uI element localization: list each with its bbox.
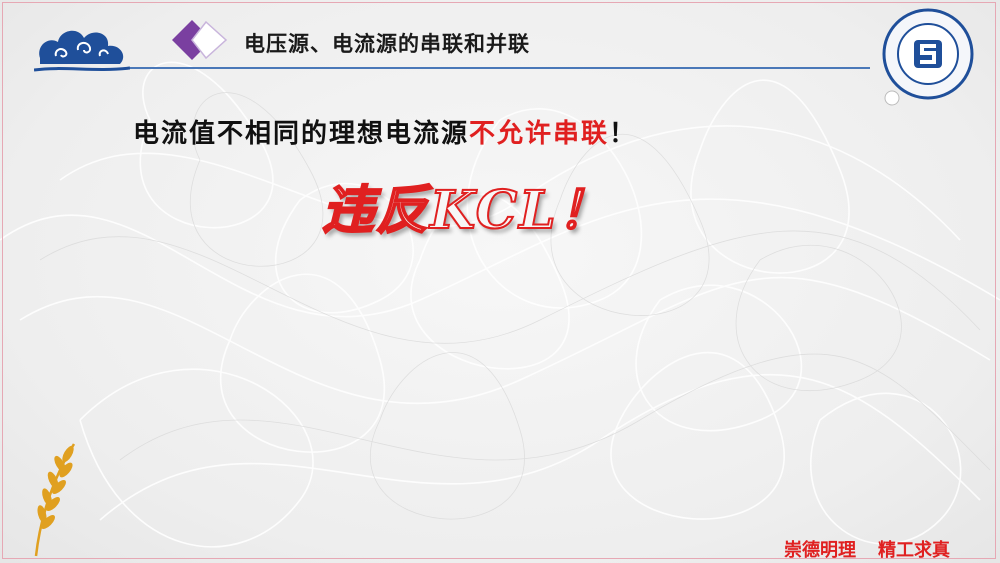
motto-right: 精工求真 <box>878 540 950 561</box>
purple-diamond-icon <box>172 20 228 60</box>
kcl-violation-callout: 违反KCL！ <box>321 179 612 242</box>
swirl-background <box>0 61 1000 548</box>
school-motto: 崇德明理 精工求真 <box>784 536 950 562</box>
statement-text: 电流值不相同的理想电流源 <box>133 119 470 149</box>
page-title: 电压源、电流源的串联和并联 <box>244 32 530 56</box>
motto-left: 崇德明理 <box>784 540 856 561</box>
wheat-icon <box>34 443 76 557</box>
statement-highlight: 不允许串联 <box>469 119 610 149</box>
statement-punctuation: ！ <box>609 119 638 149</box>
slide: 电压源、电流源的串联和并联 电流值不相同的理想电流源不允许串联！ 违反KCL！ … <box>0 0 1000 563</box>
auspicious-cloud-icon <box>34 30 130 72</box>
header-divider <box>130 67 870 69</box>
university-seal-icon <box>882 8 974 106</box>
main-statement: 电流值不相同的理想电流源不允许串联！ <box>133 113 637 150</box>
